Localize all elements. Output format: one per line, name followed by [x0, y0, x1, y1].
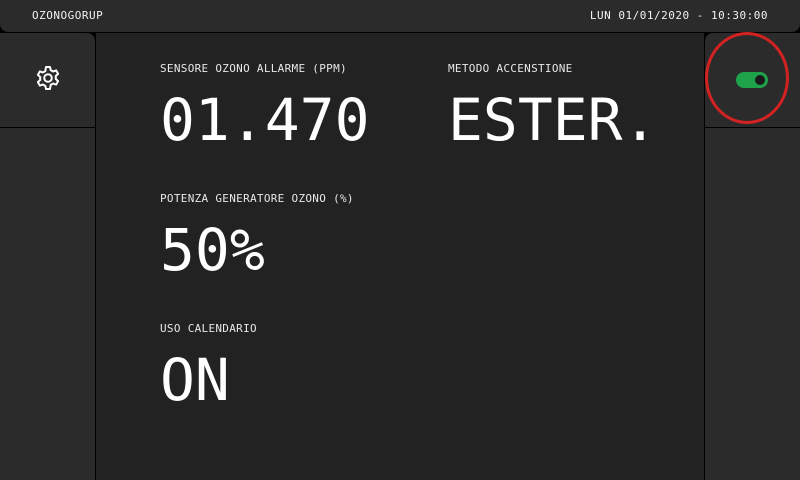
screen: OZONOGORUP LUN 01/01/2020 - 10:30:00 SEN… [0, 0, 800, 480]
ignition-method-value: ESTER. [448, 86, 658, 154]
left-sidebar [0, 33, 95, 480]
toggle-switch-icon [736, 72, 768, 88]
ignition-method-label: METODO ACCENSTIONE [448, 62, 573, 75]
top-bar: OZONOGORUP LUN 01/01/2020 - 10:30:00 [0, 0, 800, 32]
toggle-knob [755, 75, 765, 85]
right-sidebar [705, 33, 800, 480]
brand-name: OZONOGORUP [32, 9, 104, 22]
gear-icon [34, 64, 62, 96]
main-panel: SENSORE OZONO ALLARME (PPM) 01.470 METOD… [96, 33, 704, 480]
calendar-use-label: USO CALENDARIO [160, 322, 257, 335]
generator-power-value: 50% [160, 216, 265, 284]
date-time: LUN 01/01/2020 - 10:30:00 [589, 9, 768, 22]
ozone-sensor-label: SENSORE OZONO ALLARME (PPM) [160, 62, 347, 75]
toggle-button[interactable] [705, 33, 800, 128]
calendar-use-value: ON [160, 346, 230, 414]
generator-power-label: POTENZA GENERATORE OZONO (%) [160, 192, 354, 205]
ozone-sensor-value: 01.470 [160, 86, 370, 154]
settings-button[interactable] [0, 33, 95, 128]
